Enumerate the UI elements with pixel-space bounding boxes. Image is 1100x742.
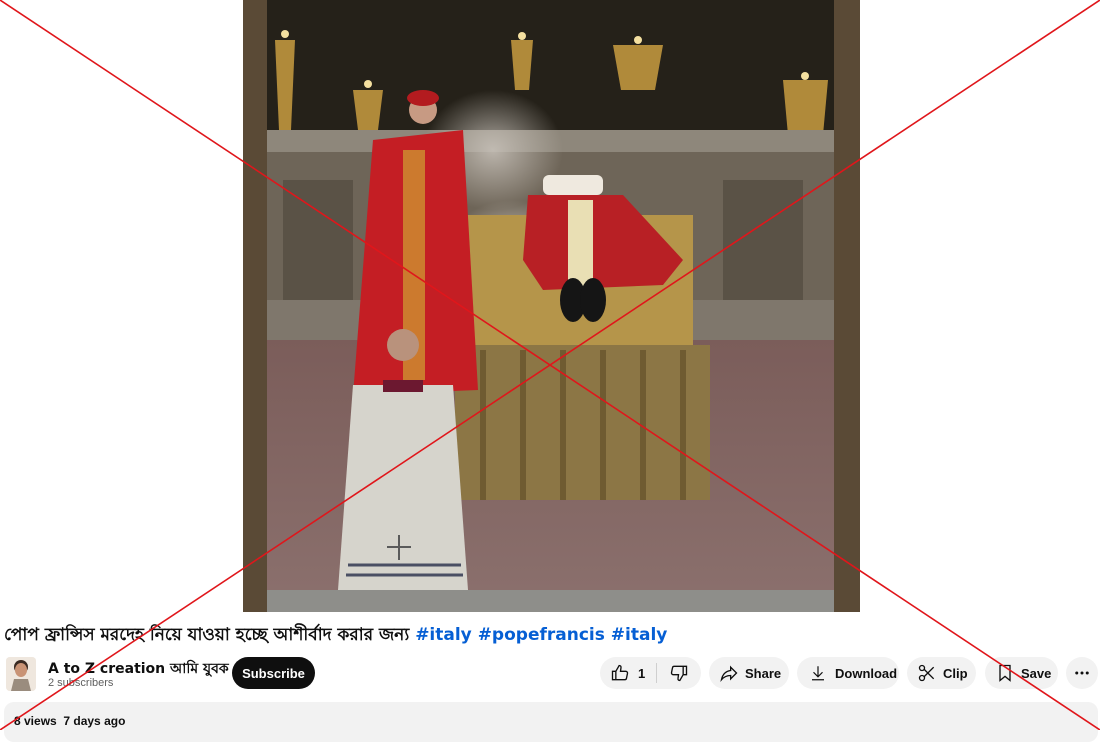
share-arrow-icon bbox=[719, 663, 739, 683]
video-frame bbox=[243, 0, 860, 612]
download-icon bbox=[809, 664, 827, 682]
download-button[interactable]: Download bbox=[797, 657, 899, 689]
hashtag-link[interactable]: #popefrancis bbox=[478, 625, 605, 645]
download-label: Download bbox=[835, 665, 898, 681]
upload-age: 7 days ago bbox=[63, 714, 126, 728]
share-button[interactable]: Share bbox=[709, 657, 789, 689]
bookmark-icon bbox=[995, 663, 1015, 683]
hashtag-link[interactable]: #italy bbox=[611, 625, 668, 645]
view-count: 8 views bbox=[14, 714, 57, 728]
save-button[interactable]: Save bbox=[985, 657, 1058, 689]
video-meta: 8 views 7 days ago bbox=[14, 714, 125, 728]
channel-row: A to Z creation আমি যুবক 2 subscribers S… bbox=[0, 655, 1100, 695]
clip-label: Clip bbox=[943, 665, 968, 681]
like-button[interactable]: 1 bbox=[600, 657, 656, 689]
save-label: Save bbox=[1021, 665, 1052, 681]
subscriber-count: 2 subscribers bbox=[48, 677, 114, 689]
thumbs-up-icon bbox=[610, 663, 630, 683]
subscribe-button[interactable]: Subscribe bbox=[232, 657, 315, 689]
more-actions-button[interactable] bbox=[1066, 657, 1098, 689]
channel-avatar[interactable] bbox=[6, 657, 36, 691]
more-horizontal-icon bbox=[1073, 664, 1091, 682]
video-title: পোপ ফ্রান্সিস মরদেহ নিয়ে যাওয়া হচ্ছে আ… bbox=[4, 624, 1094, 646]
thumbs-down-icon bbox=[669, 663, 689, 683]
share-label: Share bbox=[745, 665, 782, 681]
video-title-text: পোপ ফ্রান্সিস মরদেহ নিয়ে যাওয়া হচ্ছে আ… bbox=[4, 625, 410, 645]
like-dislike-group: 1 bbox=[600, 657, 701, 689]
video-player[interactable] bbox=[243, 0, 860, 612]
scissors-icon bbox=[917, 663, 937, 683]
avatar-person-icon bbox=[6, 657, 36, 691]
dislike-button[interactable] bbox=[657, 657, 701, 689]
hashtag-link[interactable]: #italy bbox=[415, 625, 472, 645]
clip-button[interactable]: Clip bbox=[907, 657, 976, 689]
like-count: 1 bbox=[638, 665, 646, 681]
description-box[interactable]: 8 views 7 days ago bbox=[4, 702, 1098, 742]
